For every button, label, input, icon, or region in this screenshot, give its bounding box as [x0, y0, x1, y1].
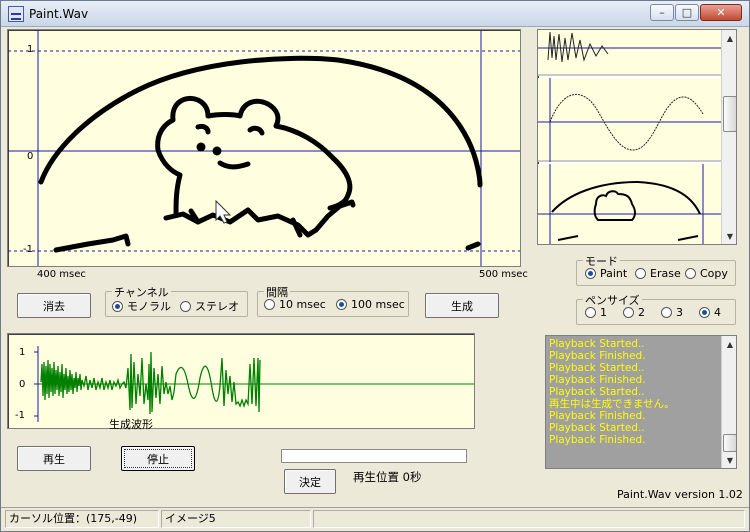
app-icon[interactable] — [8, 6, 24, 22]
mode-erase-label: Erase — [650, 267, 681, 280]
scroll-up-arrow-icon[interactable]: ▲ — [722, 336, 736, 352]
log-line: Playback Started.. — [549, 422, 645, 434]
radio-checked-icon — [112, 300, 123, 312]
radio-checked-icon — [585, 268, 596, 279]
pen-size-2-radio[interactable]: 2 — [623, 306, 645, 319]
channel-mono-label: モノラル — [127, 300, 171, 313]
waveform-svg — [34, 346, 474, 422]
pen-size-4-radio[interactable]: 4 — [699, 306, 721, 319]
clear-button[interactable]: 消去 — [17, 293, 91, 318]
channel-stereo-radio[interactable]: ステレオ — [180, 298, 239, 314]
title-bar: Paint.Wav – □ ✕ — [1, 1, 749, 27]
interval-100ms-label: 100 msec — [351, 298, 405, 311]
thumbnail-noise-svg — [538, 31, 721, 63]
waveform-label: 生成波形 — [109, 418, 153, 431]
thumbnail-item[interactable] — [538, 78, 721, 162]
pen-size-group: ペンサイズ 1 2 3 4 — [576, 292, 736, 325]
maximize-button[interactable]: □ — [675, 4, 699, 21]
scroll-down-arrow-icon[interactable]: ▼ — [722, 228, 736, 244]
log-line: Playback Finished. — [549, 350, 646, 362]
waveform-ytick-minus1: -1 — [15, 410, 25, 421]
scroll-thumb[interactable] — [723, 96, 736, 132]
window-title: Paint.Wav — [29, 7, 89, 21]
app-window: Paint.Wav – □ ✕ 1 0 -1 400 msec 500 msec… — [0, 0, 750, 532]
playback-progress-bar — [281, 449, 467, 463]
play-button[interactable]: 再生 — [17, 446, 91, 471]
image-status: イメージ5 — [161, 510, 311, 528]
image-thumbnail-list[interactable]: ▲ ▼ — [537, 29, 737, 245]
pen-size-3-radio[interactable]: 3 — [661, 306, 683, 319]
log-line: Playback Finished. — [549, 374, 646, 386]
log-line: Playback Started.. — [549, 338, 645, 350]
thumbnail-frog-svg — [538, 164, 721, 244]
minimize-button[interactable]: – — [650, 4, 674, 21]
channel-group: チャンネル モノラル ステレオ — [105, 284, 248, 317]
pen-size-2-label: 2 — [638, 306, 645, 319]
version-label: Paint.Wav version 1.02 — [617, 488, 743, 501]
scroll-down-arrow-icon[interactable]: ▼ — [722, 452, 736, 468]
radio-unchecked-icon — [623, 307, 634, 318]
mode-erase-radio[interactable]: Erase — [635, 267, 681, 280]
canvas-ytick-1: 1 — [27, 44, 34, 55]
pen-size-4-label: 4 — [714, 306, 721, 319]
log-lines: Playback Started.. Playback Finished. Pl… — [546, 338, 721, 446]
log-line: 再生中は生成できません。 — [549, 398, 675, 410]
interval-100ms-radio[interactable]: 100 msec — [336, 298, 405, 311]
log-line: Playback Finished. — [549, 434, 646, 446]
interval-10ms-radio[interactable]: 10 msec — [264, 298, 326, 311]
status-empty-cell — [313, 510, 745, 528]
mode-copy-radio[interactable]: Copy — [685, 267, 728, 280]
interval-group: 間隔 10 msec 100 msec — [257, 284, 409, 317]
pen-size-3-label: 3 — [676, 306, 683, 319]
drawing-canvas[interactable] — [7, 29, 521, 267]
log-line: Playback Finished. — [549, 410, 646, 422]
radio-unchecked-icon — [264, 299, 275, 310]
drawing-svg — [8, 30, 520, 266]
playback-position-label: 再生位置 0秒 — [353, 470, 422, 484]
canvas-ytick-0: 0 — [27, 151, 34, 162]
canvas-end-time-label: 500 msec — [479, 269, 528, 280]
radio-unchecked-icon — [685, 268, 696, 279]
canvas-ytick-minus1: -1 — [23, 244, 33, 255]
scroll-up-arrow-icon[interactable]: ▲ — [722, 30, 736, 46]
log-scrollbar[interactable]: ▲ ▼ — [721, 336, 736, 468]
thumbnail-sine-svg — [538, 78, 721, 162]
thumbnail-item[interactable] — [538, 164, 721, 244]
pen-size-1-radio[interactable]: 1 — [585, 306, 607, 319]
decide-button[interactable]: 決定 — [284, 469, 336, 494]
radio-unchecked-icon — [635, 268, 646, 279]
log-line: Playback Started.. — [549, 362, 645, 374]
generated-waveform-panel — [7, 333, 475, 429]
stop-button[interactable]: 停止 — [121, 446, 195, 471]
log-line: Playback Started.. — [549, 386, 645, 398]
close-button[interactable]: ✕ — [700, 4, 742, 21]
frog-drawing — [38, 55, 483, 253]
channel-stereo-label: ステレオ — [195, 300, 239, 313]
waveform-ytick-1: 1 — [19, 347, 26, 358]
playback-log[interactable]: Playback Started.. Playback Finished. Pl… — [545, 335, 737, 469]
status-bar: カーソル位置：(175,-49) イメージ5 — [1, 507, 749, 531]
canvas-start-time-label: 400 msec — [37, 269, 86, 280]
radio-checked-icon — [699, 307, 710, 318]
interval-10ms-label: 10 msec — [279, 298, 326, 311]
radio-unchecked-icon — [180, 300, 191, 312]
mode-paint-radio[interactable]: Paint — [585, 267, 627, 280]
thumbnail-scrollbar[interactable]: ▲ ▼ — [721, 30, 736, 244]
waveform-trace — [40, 351, 261, 415]
mode-paint-label: Paint — [600, 267, 628, 280]
mode-copy-label: Copy — [700, 267, 728, 280]
mode-group: モード Paint Erase Copy — [576, 253, 736, 286]
scroll-thumb[interactable] — [723, 434, 736, 452]
radio-unchecked-icon — [661, 307, 672, 318]
waveform-ytick-0: 0 — [19, 379, 26, 390]
cursor-position-status: カーソル位置：(175,-49) — [5, 510, 159, 528]
channel-mono-radio[interactable]: モノラル — [112, 298, 171, 314]
radio-checked-icon — [336, 299, 347, 310]
pen-size-1-label: 1 — [600, 306, 607, 319]
radio-unchecked-icon — [585, 307, 596, 318]
thumbnail-item[interactable] — [538, 30, 721, 76]
generate-button[interactable]: 生成 — [425, 293, 499, 318]
